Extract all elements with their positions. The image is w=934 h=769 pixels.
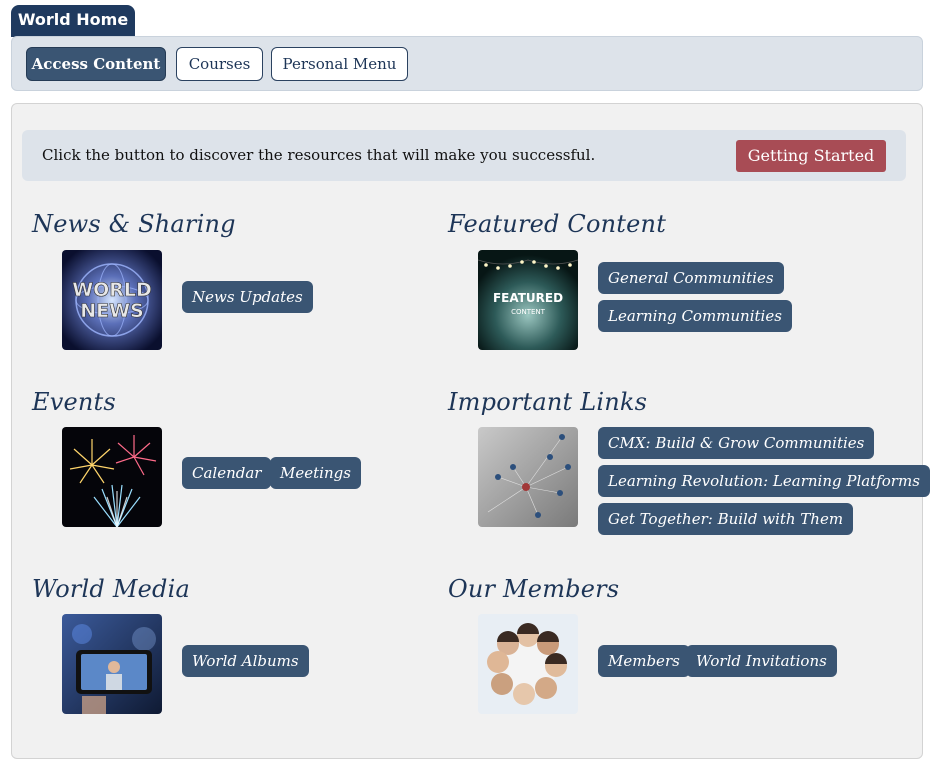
news-sharing-title: News & Sharing	[32, 210, 236, 238]
learning-communities-button[interactable]: Learning Communities	[598, 300, 792, 332]
world-home-tab[interactable]: World Home	[11, 5, 135, 37]
svg-text:NEWS: NEWS	[80, 300, 144, 322]
access-content-button[interactable]: Access Content	[26, 47, 166, 81]
featured-content-title: Featured Content	[448, 210, 667, 238]
events-title: Events	[32, 388, 116, 416]
banner-text: Click the button to discover the resourc…	[42, 146, 596, 164]
world-invitations-button[interactable]: World Invitations	[686, 645, 837, 677]
members-button[interactable]: Members	[598, 645, 690, 677]
get-together-link-button[interactable]: Get Together: Build with Them	[598, 503, 854, 535]
fireworks-image	[62, 427, 162, 527]
our-members-title: Our Members	[448, 575, 620, 603]
phone-camera-image	[62, 614, 162, 714]
personal-menu-button[interactable]: Personal Menu	[271, 47, 408, 81]
meetings-button[interactable]: Meetings	[270, 457, 361, 489]
nav-bar: Access Content Courses Personal Menu	[11, 36, 923, 91]
featured-image-text-2: CONTENT	[511, 308, 546, 316]
calendar-button[interactable]: Calendar	[182, 457, 272, 489]
content-panel: Click the button to discover the resourc…	[11, 103, 930, 759]
general-communities-button[interactable]: General Communities	[598, 262, 784, 294]
cmx-link-button[interactable]: CMX: Build & Grow Communities	[598, 427, 875, 459]
courses-button[interactable]: Courses	[176, 47, 263, 81]
world-news-image: WORLD NEWS	[62, 250, 162, 350]
getting-started-button[interactable]: Getting Started	[736, 140, 886, 172]
members-group-image	[478, 614, 578, 714]
important-links-title: Important Links	[448, 388, 648, 416]
news-updates-button[interactable]: News Updates	[182, 281, 313, 313]
network-pieces-image	[478, 427, 578, 527]
world-albums-button[interactable]: World Albums	[182, 645, 309, 677]
svg-text:WORLD: WORLD	[72, 279, 152, 301]
featured-content-image: FEATURED CONTENT	[478, 250, 578, 350]
featured-image-text-1: FEATURED	[493, 291, 563, 305]
learning-revolution-link-button[interactable]: Learning Revolution: Learning Platforms	[598, 465, 930, 497]
getting-started-banner: Click the button to discover the resourc…	[22, 130, 906, 181]
world-media-title: World Media	[32, 575, 190, 603]
